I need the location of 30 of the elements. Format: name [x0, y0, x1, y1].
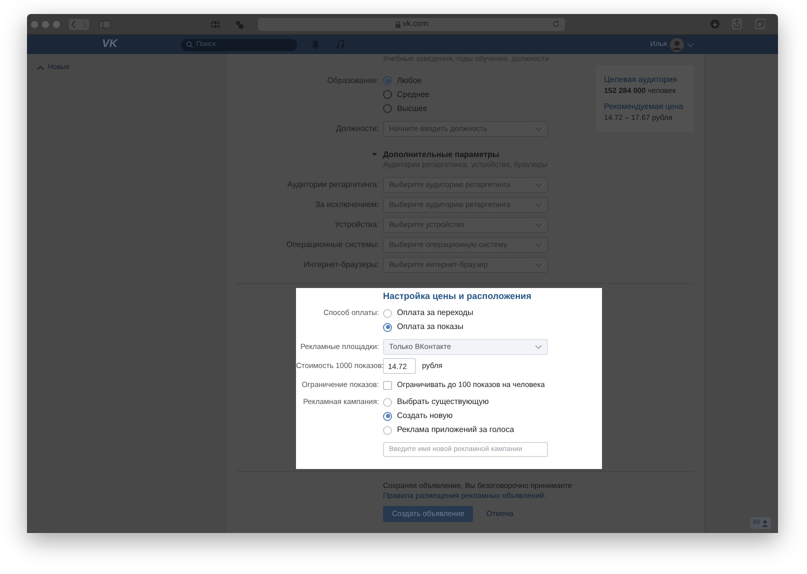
radio-label: Выбрать существующую: [397, 398, 489, 406]
card-title: Целевая аудитория: [604, 76, 678, 84]
globe-icon[interactable]: [210, 18, 221, 30]
card-title: Рекомендуемая цена: [604, 102, 684, 110]
chevron-down-icon: [535, 345, 542, 349]
avatar-icon: [670, 38, 684, 52]
radio-label: Создать новую: [397, 412, 453, 420]
radio-button[interactable]: [383, 104, 392, 113]
sidebar-icon[interactable]: [98, 18, 112, 30]
radio-label: Реклама приложений за голоса: [397, 426, 514, 434]
section-title: Настройка цены и расположения: [383, 292, 532, 302]
radio-button[interactable]: [383, 412, 392, 420]
radio-button[interactable]: [383, 90, 392, 99]
download-icon[interactable]: [710, 19, 720, 29]
triangle-icon[interactable]: [372, 152, 377, 157]
chevron-up-icon: [37, 66, 44, 70]
lock-icon: [394, 20, 401, 28]
checkbox[interactable]: [383, 380, 392, 390]
radio-label: Оплата за показы: [397, 323, 464, 331]
tabs-icon[interactable]: [754, 18, 766, 30]
extension-icon[interactable]: [234, 18, 245, 30]
share-icon[interactable]: [731, 18, 743, 30]
search-icon: [186, 41, 194, 48]
radio-button[interactable]: [383, 322, 392, 332]
vk-logo[interactable]: VK: [102, 39, 118, 50]
person-icon: [762, 520, 768, 526]
chevron-down-icon: [686, 42, 694, 46]
radio-label: Оплата за переходы: [397, 309, 474, 317]
radio-button[interactable]: [383, 76, 392, 85]
reload-icon[interactable]: [552, 20, 560, 28]
